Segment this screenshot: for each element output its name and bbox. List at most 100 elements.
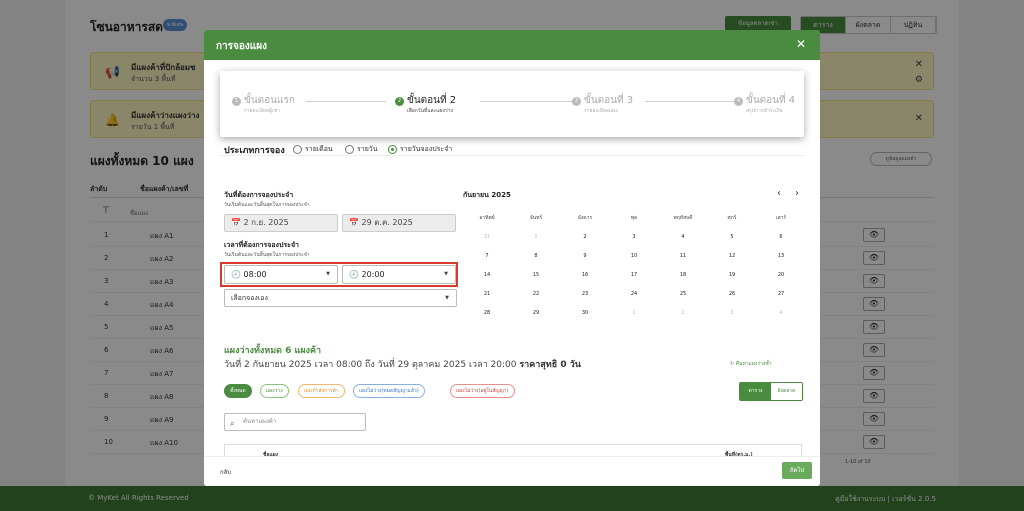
calendar-day[interactable]: 4 [757, 310, 805, 316]
time-section-subtitle: วันเริ่มต้นและวันสิ้นสุดในการจองประจำ [224, 252, 310, 258]
result-price: ราคาสุทธิ 0 วัน [519, 360, 581, 370]
close-icon[interactable]: ✕ [796, 37, 806, 51]
calendar-day[interactable]: 3 [610, 234, 658, 240]
date-section-title: วันที่ต้องการจองประจำ [224, 191, 294, 199]
calendar-day[interactable]: 29 [512, 310, 560, 316]
modal-footer: กลับ ถัดไป [204, 456, 820, 486]
status-filter-chip[interactable]: แผงกำลังการค้า [298, 384, 345, 398]
calendar-day[interactable]: 13 [757, 253, 805, 259]
calendar-day[interactable]: 5 [708, 234, 756, 240]
radio-circle[interactable] [388, 145, 397, 154]
zone-select[interactable]: เลือกจองเอง ▼ [224, 289, 457, 307]
calendar-day[interactable]: 12 [708, 253, 756, 259]
chevron-left-icon[interactable]: ‹ [777, 188, 781, 199]
step-title: ขั้นตอนแรก [244, 95, 295, 106]
reset-search-link[interactable]: ↻ คืนหาแผงว่างซ้ำ [730, 360, 772, 368]
step-connector [645, 101, 735, 102]
calendar-day[interactable]: 6 [757, 234, 805, 240]
clock-icon: 🕗 [231, 270, 241, 279]
weekday-label: ศุกร์ [727, 215, 737, 221]
step-subtitle: สรุปการชำระเงิน [746, 108, 783, 114]
calendar-day[interactable]: 10 [610, 253, 658, 259]
weekday-label: จันทร์ [529, 215, 543, 221]
zone-select-value: เลือกจองเอง [231, 294, 268, 302]
radio-circle[interactable] [345, 145, 354, 154]
next-button[interactable]: ถัดไป [782, 462, 812, 479]
booking-type-label: ประเภทการจอง [224, 146, 285, 156]
chevron-down-icon: ▼ [444, 271, 448, 277]
calendar-day[interactable]: 17 [610, 272, 658, 278]
calendar-day[interactable]: 7 [463, 253, 511, 259]
status-filter-chip[interactable]: แผงว่าง [260, 384, 289, 398]
calendar-day[interactable]: 2 [561, 234, 609, 240]
calendar-day[interactable]: 21 [463, 291, 511, 297]
calendar-day[interactable]: 22 [512, 291, 560, 297]
weekday-label: พฤหัสบดี [673, 215, 693, 221]
end-time-select[interactable]: 🕗 20:00 ▼ [342, 265, 456, 284]
radio-daily-recurring[interactable]: รายวันจองประจำ [388, 144, 452, 155]
booking-modal: การจองแผง ✕ 1 ขั้นตอนแรก รายละเอียดผู้เช… [204, 30, 820, 486]
modal-header: การจองแผง ✕ [204, 30, 820, 60]
result-date-range: วันที่ 2 กันยายน 2025 เวลา 08:00 ถึง วัน… [224, 360, 517, 370]
calendar-day[interactable]: 1 [610, 310, 658, 316]
toggle-market-map[interactable]: ผังตลาด [771, 383, 802, 400]
step-title: ขั้นตอนที่ 2 [407, 95, 457, 106]
calendar-day[interactable]: 16 [561, 272, 609, 278]
calendar-day[interactable]: 28 [463, 310, 511, 316]
modal-title: การจองแผง [216, 41, 267, 52]
calendar-day[interactable]: 3 [708, 310, 756, 316]
calendar-day[interactable]: 25 [659, 291, 707, 297]
calendar-month: กันยายน 2025 [463, 191, 511, 199]
status-filter-chip[interactable]: แผงไม่ว่าง(หมดสัญญาแล้ว) [353, 384, 425, 398]
calendar-day[interactable]: 8 [512, 253, 560, 259]
status-filter-chip[interactable]: แผงไม่ว่าง(อยู่ในสัญญา) [450, 384, 515, 398]
calendar-day[interactable]: 20 [757, 272, 805, 278]
view-toggle: ตาราง ผังตลาด [739, 382, 803, 401]
chevron-right-icon[interactable]: › [795, 188, 799, 199]
calendar-day[interactable]: 26 [708, 291, 756, 297]
calendar-day[interactable]: 2 [659, 310, 707, 316]
divider [220, 155, 804, 156]
calendar-day[interactable]: 27 [757, 291, 805, 297]
search-icon: ⌕ [230, 419, 235, 428]
date-section-subtitle: วันเริ่มต้นและวันสิ้นสุดในการจองประจำ [224, 202, 310, 208]
calendar-day[interactable]: 14 [463, 272, 511, 278]
status-filter-chip[interactable]: ทั้งหมด [224, 384, 252, 398]
calendar-day[interactable]: 19 [708, 272, 756, 278]
stepper: 1 ขั้นตอนแรก รายละเอียดผู้เช่า 2 ขั้นตอน… [220, 71, 804, 137]
start-time-select[interactable]: 🕗 08:00 ▼ [224, 265, 338, 284]
radio-monthly[interactable]: รายเดือน [293, 144, 333, 155]
weekday-label: อาทิตย์ [479, 215, 495, 221]
calendar-day[interactable]: 23 [561, 291, 609, 297]
refresh-icon: ↻ [730, 361, 735, 367]
calendar-day[interactable]: 31 [463, 234, 511, 240]
chevron-down-icon: ▼ [445, 295, 449, 301]
start-date-field[interactable]: 📅 2 ก.ย. 2025 [224, 214, 338, 232]
toggle-table[interactable]: ตาราง [740, 383, 771, 400]
calendar-day[interactable]: 24 [610, 291, 658, 297]
calendar-day[interactable]: 9 [561, 253, 609, 259]
chevron-down-icon: ▼ [326, 271, 330, 277]
radio-circle[interactable] [293, 145, 302, 154]
radio-label: รายเดือน [305, 145, 333, 153]
radio-daily[interactable]: รายวัน [345, 144, 378, 155]
step-connector [480, 101, 572, 102]
start-time-value: 08:00 [243, 270, 267, 279]
calendar-day[interactable]: 18 [659, 272, 707, 278]
end-date-value: 29 ต.ค. 2025 [361, 218, 413, 227]
step-number: 3 [572, 97, 581, 106]
step-subtitle: เลือกวันที่และแผงว่าง [407, 108, 453, 114]
calendar-day[interactable]: 4 [659, 234, 707, 240]
result-summary: วันที่ 2 กันยายน 2025 เวลา 08:00 ถึง วัน… [224, 357, 581, 371]
step-number: 2 [395, 97, 404, 106]
calendar-day[interactable]: 30 [561, 310, 609, 316]
reset-label: คืนหาแผงว่างซ้ำ [735, 361, 772, 367]
back-button[interactable]: กลับ [220, 467, 231, 477]
weekday-label: พุธ [630, 215, 638, 221]
step-title: ขั้นตอนที่ 3 [584, 95, 634, 106]
search-input[interactable]: ⌕ ค้นหาแผงค้า [224, 413, 366, 431]
end-date-field[interactable]: 📅 29 ต.ค. 2025 [342, 214, 456, 232]
calendar-day[interactable]: 1 [512, 234, 560, 240]
calendar-day[interactable]: 11 [659, 253, 707, 259]
calendar-day[interactable]: 15 [512, 272, 560, 278]
